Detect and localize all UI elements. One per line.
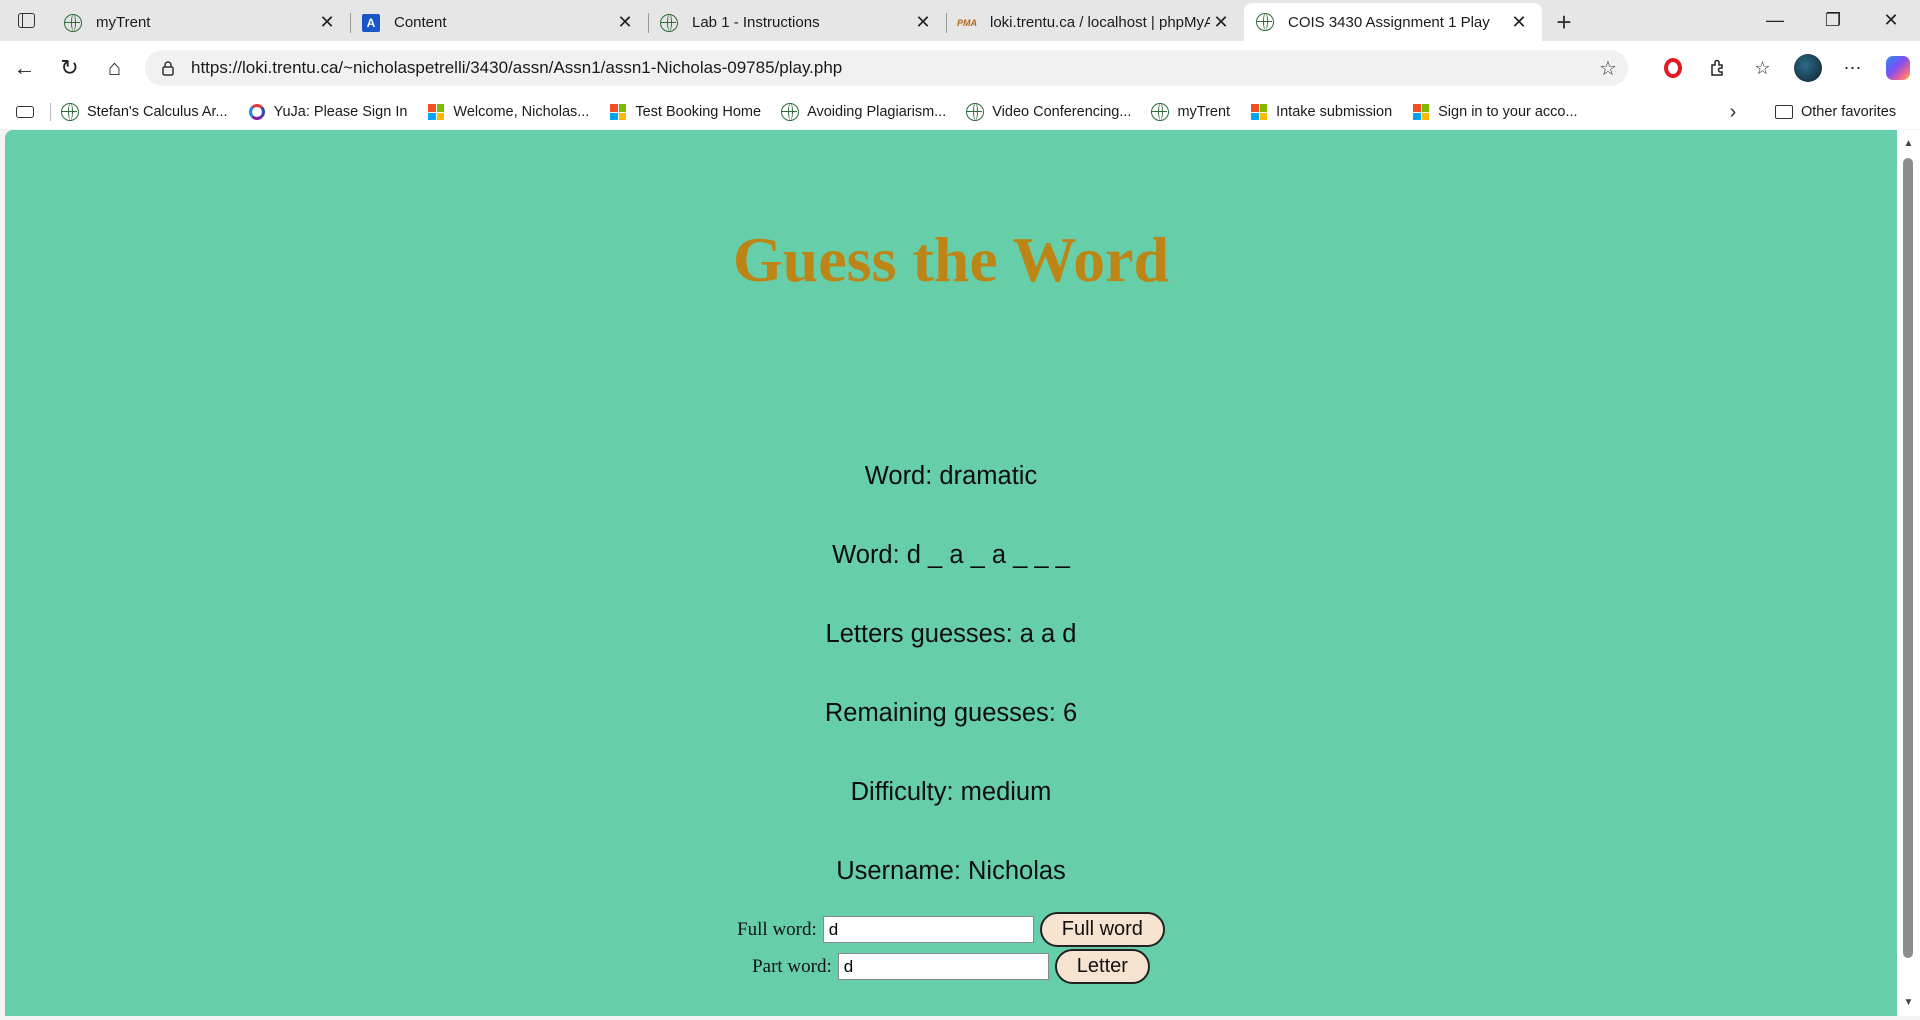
remaining-guesses-text: Remaining guesses: 6 <box>824 699 1078 727</box>
trent-globe-icon <box>660 13 678 32</box>
bookmark-label: Intake submission <box>1276 104 1393 120</box>
microsoft-icon <box>1250 103 1268 121</box>
bookmark-label: YuJa: Please Sign In <box>273 104 408 120</box>
full-word-label: Full word: <box>737 918 817 940</box>
tab-title: myTrent <box>96 14 151 31</box>
bookmark-item[interactable]: Stefan's Calculus Ar... <box>61 103 228 121</box>
word-text: Word: dramatic <box>864 462 1038 490</box>
new-tab-button[interactable]: + <box>1542 4 1586 41</box>
url-text[interactable]: https://loki.trentu.ca/~nicholaspetrelli… <box>191 58 1588 78</box>
refresh-icon[interactable]: ↻ <box>47 48 92 88</box>
content-a-icon: A <box>362 13 380 32</box>
bookmark-label: Welcome, Nicholas... <box>453 104 590 120</box>
full-word-button[interactable]: Full word <box>1039 912 1165 947</box>
browser-toolbar: ← ↻ ⌂ https://loki.trentu.ca/~nicholaspe… <box>0 41 1920 95</box>
profile-avatar[interactable] <box>1785 48 1830 88</box>
page-viewport: Guess the Word Word: dramatic Word: d _ … <box>5 130 1897 1016</box>
trent-globe-icon <box>1151 103 1170 121</box>
trent-globe-icon <box>64 13 82 32</box>
full-word-form: Full word: Full word <box>5 912 1897 947</box>
reading-view-icon[interactable] <box>0 106 50 118</box>
letters-guessed-text: Letters guesses: a a d <box>825 620 1077 648</box>
scroll-up-icon[interactable]: ▲ <box>1897 138 1920 149</box>
scroll-down-icon[interactable]: ▼ <box>1897 997 1920 1008</box>
tab-actions-button[interactable] <box>0 0 52 41</box>
close-icon[interactable]: ✕ <box>614 12 636 33</box>
favorite-star-icon[interactable]: ☆ <box>1588 56 1628 81</box>
trent-globe-icon <box>1256 13 1274 31</box>
copilot-icon[interactable] <box>1875 48 1920 88</box>
bookmark-label: Video Conferencing... <box>992 104 1132 120</box>
bookmark-label: myTrent <box>1177 104 1231 120</box>
site-info-icon[interactable] <box>159 59 177 77</box>
full-word-input[interactable] <box>822 916 1034 943</box>
tab-title: Content <box>394 14 447 31</box>
tab-assignment-play[interactable]: COIS 3430 Assignment 1 Play ✕ <box>1244 3 1542 41</box>
extensions-icon[interactable] <box>1695 48 1740 88</box>
other-favorites-label: Other favorites <box>1801 104 1897 120</box>
close-icon[interactable]: ✕ <box>1508 12 1530 33</box>
chevron-right-icon[interactable]: › <box>1718 95 1748 129</box>
minimize-icon[interactable]: — <box>1746 10 1804 31</box>
bookmark-item[interactable]: Welcome, Nicholas... <box>427 103 589 121</box>
trent-globe-icon <box>61 103 79 121</box>
address-bar[interactable]: https://loki.trentu.ca/~nicholaspetrelli… <box>145 50 1628 86</box>
scrollbar-thumb[interactable] <box>1903 158 1913 958</box>
tab-content[interactable]: A Content ✕ <box>350 4 648 41</box>
favorites-icon[interactable]: ☆ <box>1740 48 1785 88</box>
letter-button[interactable]: Letter <box>1054 949 1150 984</box>
restore-icon[interactable]: ❐ <box>1804 10 1862 31</box>
bookmark-item[interactable]: Sign in to your acco... <box>1412 103 1578 121</box>
close-icon[interactable]: ✕ <box>912 12 934 33</box>
tab-title: Lab 1 - Instructions <box>692 14 820 31</box>
phpmyadmin-icon: PMA <box>957 17 977 28</box>
close-icon[interactable]: ✕ <box>316 12 338 33</box>
bookmark-item[interactable]: Avoiding Plagiarism... <box>781 103 946 121</box>
part-word-label: Part word: <box>752 955 832 977</box>
page-title: Guess the Word <box>732 224 1170 295</box>
folder-icon <box>1775 105 1793 119</box>
masked-word-text: Word: d _ a _ a _ _ _ <box>832 541 1070 569</box>
tab-lab-instructions[interactable]: Lab 1 - Instructions ✕ <box>648 4 946 41</box>
bookmark-item[interactable]: myTrent <box>1151 103 1230 121</box>
tab-title: loki.trentu.ca / localhost | phpMyAdmin <box>990 14 1210 31</box>
bookmark-item[interactable]: Video Conferencing... <box>966 103 1131 121</box>
username-text: Username: Nicholas <box>836 857 1066 885</box>
bookmark-label: Stefan's Calculus Ar... <box>87 104 228 120</box>
bookmark-label: Avoiding Plagiarism... <box>807 104 947 120</box>
vertical-tabs-icon <box>17 13 35 28</box>
tab-phpmyadmin[interactable]: PMA loki.trentu.ca / localhost | phpMyAd… <box>946 4 1244 41</box>
trent-globe-icon <box>781 103 800 121</box>
part-word-form: Part word: Letter <box>5 949 1897 984</box>
tab-mytrent[interactable]: myTrent ✕ <box>52 4 350 41</box>
bookmark-label: Test Booking Home <box>635 104 762 120</box>
yuja-icon <box>248 103 266 121</box>
more-menu-icon[interactable]: ⋯ <box>1830 48 1875 88</box>
bookmark-item[interactable]: YuJa: Please Sign In <box>248 103 408 121</box>
bookmark-item[interactable]: Test Booking Home <box>609 103 761 121</box>
difficulty-text: Difficulty: medium <box>850 778 1052 806</box>
toolbar-right-icons: ☆ ⋯ <box>1650 41 1920 95</box>
back-icon[interactable]: ← <box>2 48 47 88</box>
close-icon[interactable]: ✕ <box>1210 12 1232 33</box>
microsoft-icon <box>609 103 627 121</box>
tab-title: COIS 3430 Assignment 1 Play <box>1288 13 1490 31</box>
opera-extension-icon[interactable] <box>1650 48 1695 88</box>
window-close-icon[interactable]: ✕ <box>1862 10 1920 31</box>
microsoft-icon <box>1412 103 1430 121</box>
bookmark-label: Sign in to your acco... <box>1438 104 1578 120</box>
microsoft-icon <box>427 103 445 121</box>
other-favorites-button[interactable]: Other favorites <box>1775 95 1896 129</box>
bookmark-item[interactable]: Intake submission <box>1250 103 1392 121</box>
tab-strip: myTrent ✕ A Content ✕ Lab 1 - Instructio… <box>0 0 1920 41</box>
part-word-input[interactable] <box>837 953 1049 980</box>
trent-globe-icon <box>966 103 985 121</box>
window-controls: — ❐ ✕ <box>1746 0 1920 41</box>
bookmarks-bar: Stefan's Calculus Ar... YuJa: Please Sig… <box>0 95 1920 129</box>
home-icon[interactable]: ⌂ <box>92 48 137 88</box>
page-scrollbar[interactable]: ▲ ▼ <box>1897 130 1920 1016</box>
bookmarks-divider <box>50 103 51 121</box>
